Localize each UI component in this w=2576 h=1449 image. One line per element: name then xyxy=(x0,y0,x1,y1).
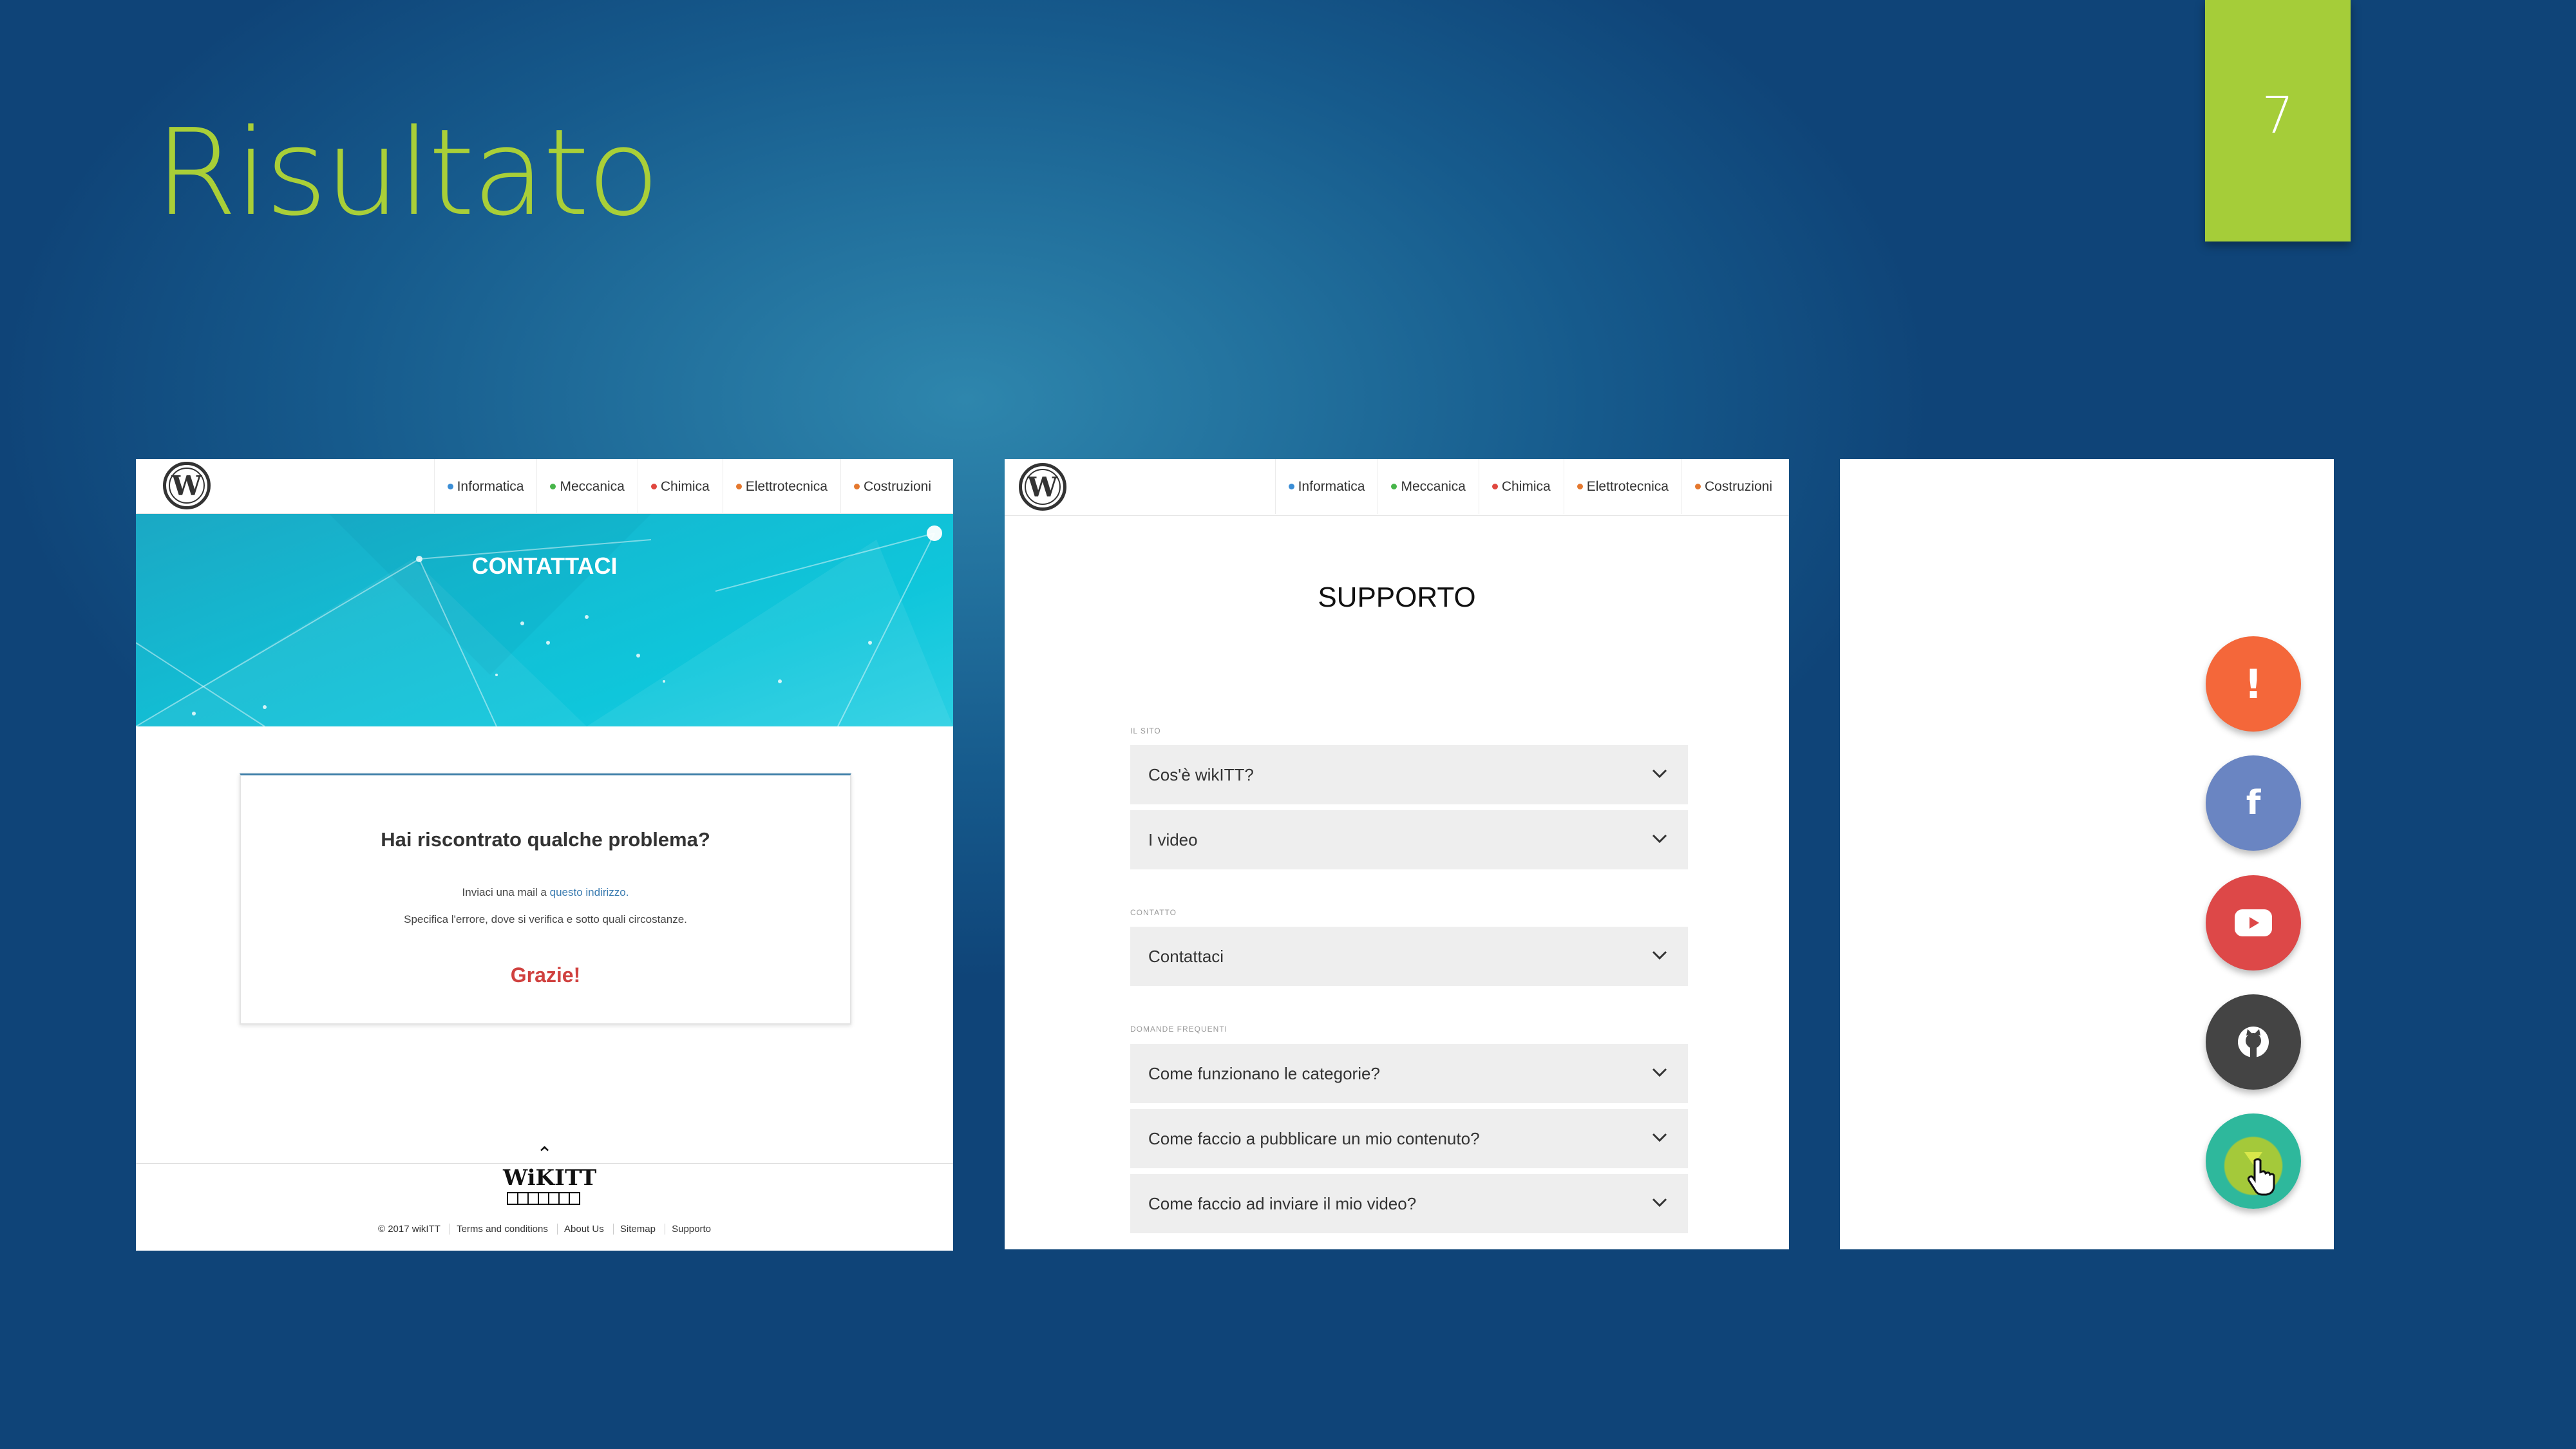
section-label-site: IL SITO xyxy=(1130,726,1161,735)
nav-label: Costruzioni xyxy=(863,478,931,494)
nav-label: Elettrotecnica xyxy=(745,478,828,494)
scroll-top-icon[interactable]: ⌃ xyxy=(536,1143,553,1166)
facebook-icon: f xyxy=(2246,784,2261,822)
card-thanks: Grazie! xyxy=(510,963,581,987)
nav-dot xyxy=(853,484,860,489)
nav-item-costruzioni[interactable]: Costruzioni xyxy=(1681,459,1785,514)
nav-dot xyxy=(735,484,742,489)
contact-page-screenshot: W Informatica Meccanica Chimica Elettrot… xyxy=(136,459,953,1251)
nav-dot xyxy=(1288,484,1294,489)
section-label-faq: DOMANDE FREQUENTI xyxy=(1130,1025,1228,1034)
nav-label: Elettrotecnica xyxy=(1586,478,1669,494)
nav-dot xyxy=(1577,484,1583,489)
section-label-contact: CONTATTO xyxy=(1130,908,1177,917)
chevron-down-icon xyxy=(1652,951,1667,960)
footer-logo-text: WiKITT xyxy=(503,1165,597,1191)
chevron-down-icon xyxy=(1652,1198,1667,1208)
github-button[interactable] xyxy=(2206,994,2301,1090)
nav-item-informatica[interactable]: Informatica xyxy=(1274,459,1378,514)
problem-card: Hai riscontrato qualche problema? Inviac… xyxy=(240,773,851,1025)
nav-label: Informatica xyxy=(1298,478,1365,494)
card-email-prefix: Inviaci una mail a xyxy=(462,886,547,898)
nav-item-chimica[interactable]: Chimica xyxy=(1478,459,1564,514)
accordion-label: Come faccio a pubblicare un mio contenut… xyxy=(1148,1128,1480,1148)
nav-dot xyxy=(650,484,657,489)
accordion-label: Come faccio ad inviare il mio video? xyxy=(1148,1193,1417,1213)
nav-dot xyxy=(1492,484,1498,489)
site-logo[interactable]: W xyxy=(1019,463,1066,511)
youtube-icon xyxy=(2235,909,2272,936)
nav-label: Chimica xyxy=(660,478,710,494)
chevron-down-icon xyxy=(1652,834,1667,844)
hand-cursor-icon xyxy=(2247,1158,2275,1196)
nav-label: Meccanica xyxy=(1401,478,1466,494)
nav-label: Meccanica xyxy=(560,478,625,494)
nav-dot xyxy=(1694,484,1701,489)
nav-dot xyxy=(1391,484,1397,489)
nav-label: Costruzioni xyxy=(1704,478,1772,494)
nav-item-costruzioni[interactable]: Costruzioni xyxy=(840,459,944,514)
nav-item-elettrotecnica[interactable]: Elettrotecnica xyxy=(1563,459,1681,514)
nav-links: Informatica Meccanica Chimica Elettrotec… xyxy=(1274,459,1785,514)
card-email-line: Inviaci una mail a questo indirizzo. xyxy=(241,886,850,899)
navbar: W Informatica Meccanica Chimica Elettrot… xyxy=(1005,459,1789,516)
navbar: W Informatica Meccanica Chimica Elettrot… xyxy=(136,459,953,514)
chevron-down-icon xyxy=(1652,1068,1667,1077)
nav-dot xyxy=(550,484,556,489)
page-number: 7 xyxy=(2262,87,2294,145)
footer-link-terms[interactable]: Terms and conditions xyxy=(450,1224,554,1235)
report-problem-button[interactable]: ! xyxy=(2206,636,2301,732)
nav-item-elettrotecnica[interactable]: Elettrotecnica xyxy=(722,459,840,514)
hero-network-graphic xyxy=(136,514,953,726)
nav-item-meccanica[interactable]: Meccanica xyxy=(1378,459,1478,514)
page-heading: SUPPORTO xyxy=(1318,582,1476,613)
accordion-item[interactable]: Come funzionano le categorie? xyxy=(1130,1044,1688,1103)
exclamation-icon: ! xyxy=(2244,660,2263,708)
footer-logo-bricks xyxy=(507,1192,580,1205)
card-title: Hai riscontrato qualche problema? xyxy=(381,828,710,851)
page-number-box: 7 xyxy=(2205,0,2351,242)
accordion-item[interactable]: Come faccio a pubblicare un mio contenut… xyxy=(1130,1109,1688,1168)
hero-banner: CONTATTACI xyxy=(136,514,953,726)
youtube-button[interactable] xyxy=(2206,875,2301,971)
chevron-down-icon xyxy=(1652,1133,1667,1142)
email-link[interactable]: questo indirizzo. xyxy=(550,886,629,898)
accordion-item[interactable]: I video xyxy=(1130,810,1688,869)
slide-title: Risultato xyxy=(155,103,660,242)
nav-label: Informatica xyxy=(457,478,524,494)
nav-dot xyxy=(447,484,453,489)
footer-link-about[interactable]: About Us xyxy=(557,1224,611,1235)
nav-item-meccanica[interactable]: Meccanica xyxy=(536,459,637,514)
footer-link-sitemap[interactable]: Sitemap xyxy=(612,1224,662,1235)
accordion-label: I video xyxy=(1148,829,1198,849)
footer-links: © 2017 wikITT Terms and conditions About… xyxy=(136,1224,953,1235)
accordion-item[interactable]: Contattaci xyxy=(1130,927,1688,986)
accordion-item[interactable]: Come faccio ad inviare il mio video? xyxy=(1130,1174,1688,1233)
facebook-button[interactable]: f xyxy=(2206,755,2301,851)
nav-links: Informatica Meccanica Chimica Elettrotec… xyxy=(433,459,944,514)
accordion-label: Come funzionano le categorie? xyxy=(1148,1063,1380,1083)
footer-logo: WiKITT xyxy=(503,1165,596,1210)
site-logo[interactable]: W xyxy=(163,462,211,509)
github-icon xyxy=(2238,1027,2269,1057)
footer-link-support[interactable]: Supporto xyxy=(665,1224,717,1235)
hero-title: CONTATTACI xyxy=(471,553,618,579)
nav-item-informatica[interactable]: Informatica xyxy=(433,459,537,514)
support-page-screenshot: W Informatica Meccanica Chimica Elettrot… xyxy=(1005,459,1789,1249)
nav-item-chimica[interactable]: Chimica xyxy=(637,459,723,514)
fab-menu-screenshot: ! f xyxy=(1840,459,2334,1249)
card-instructions: Specifica l'errore, dove si verifica e s… xyxy=(404,913,687,925)
footer-copyright: © 2017 wikITT xyxy=(378,1224,440,1235)
nav-label: Chimica xyxy=(1501,478,1551,494)
accordion-label: Cos'è wikITT? xyxy=(1148,764,1254,784)
accordion-item[interactable]: Cos'è wikITT? xyxy=(1130,745,1688,804)
chevron-down-icon xyxy=(1652,769,1667,779)
accordion-label: Contattaci xyxy=(1148,946,1224,966)
